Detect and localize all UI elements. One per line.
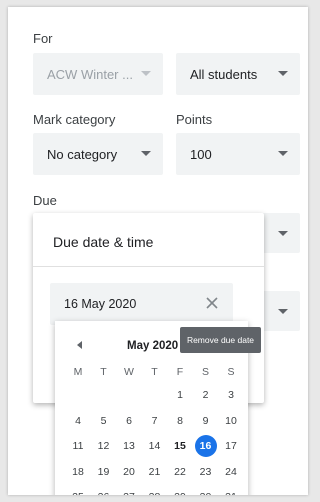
mark-category-value: No category xyxy=(47,146,118,162)
calendar-day[interactable]: 3 xyxy=(220,384,242,406)
students-select-value: All students xyxy=(190,66,258,82)
chevron-left-icon[interactable] xyxy=(77,341,82,349)
chevron-down-icon xyxy=(278,71,288,76)
mark-category-select[interactable]: No category xyxy=(33,133,163,175)
calendar-day-selected[interactable]: 16 xyxy=(194,435,217,457)
calendar-day[interactable]: 9 xyxy=(195,410,217,432)
calendar-day[interactable]: 4 xyxy=(67,410,89,432)
weekday-header: F xyxy=(176,366,184,378)
class-select-value: ACW Winter ... xyxy=(47,66,133,82)
chevron-down-icon xyxy=(278,231,288,236)
calendar-day[interactable]: 27 xyxy=(118,486,140,495)
assignment-settings-panel: For ACW Winter ... All students Mark cat… xyxy=(8,7,308,495)
calendar-day[interactable]: 2 xyxy=(195,384,217,406)
calendar-day[interactable]: 29 xyxy=(169,486,191,495)
remove-due-date-tooltip: Remove due date xyxy=(180,327,261,353)
weekday-header: T xyxy=(151,366,158,378)
chevron-down-icon xyxy=(141,71,151,76)
points-label: Points xyxy=(176,112,213,127)
calendar-day[interactable]: 7 xyxy=(144,410,166,432)
calendar-day[interactable]: 25 xyxy=(67,486,89,495)
due-date-field[interactable]: 16 May 2020 xyxy=(50,283,233,325)
class-select: ACW Winter ... xyxy=(33,53,163,95)
due-date-value: 16 May 2020 xyxy=(64,297,137,311)
weekday-header: S xyxy=(227,366,235,378)
calendar-day[interactable]: 22 xyxy=(169,461,191,483)
points-select[interactable]: 100 xyxy=(176,133,300,175)
due-label: Due xyxy=(33,193,57,208)
calendar-day[interactable]: 30 xyxy=(195,486,217,495)
points-value: 100 xyxy=(190,146,212,162)
chevron-down-icon xyxy=(141,151,151,156)
mark-category-label: Mark category xyxy=(33,112,116,127)
calendar-day[interactable]: 26 xyxy=(93,486,115,495)
calendar-day[interactable]: 28 xyxy=(144,486,166,495)
calendar-day[interactable]: 13 xyxy=(118,435,140,457)
calendar-day[interactable]: 5 xyxy=(93,410,115,432)
calendar-day[interactable]: 31 xyxy=(220,486,242,495)
calendar-day[interactable]: 1 xyxy=(169,384,191,406)
chevron-down-icon xyxy=(278,151,288,156)
calendar-day[interactable]: 6 xyxy=(118,410,140,432)
calendar-day[interactable]: 24 xyxy=(220,461,242,483)
calendar-day[interactable]: 20 xyxy=(118,461,140,483)
calendar-day[interactable]: 14 xyxy=(144,435,166,457)
calendar-day[interactable]: 17 xyxy=(220,435,242,457)
students-select[interactable]: All students xyxy=(176,53,300,95)
calendar-day[interactable]: 12 xyxy=(93,435,115,457)
divider xyxy=(33,266,264,267)
chevron-down-icon xyxy=(278,309,288,314)
for-label: For xyxy=(33,31,53,46)
close-icon[interactable] xyxy=(197,288,227,318)
calendar-day[interactable]: 19 xyxy=(93,461,115,483)
weekday-header: S xyxy=(201,366,209,378)
calendar-day[interactable]: 10 xyxy=(220,410,242,432)
calendar-day[interactable]: 8 xyxy=(169,410,191,432)
weekday-header: M xyxy=(73,366,83,378)
calendar-day[interactable]: 11 xyxy=(67,435,89,457)
calendar-day[interactable]: 15 xyxy=(169,435,191,457)
popup-title: Due date & time xyxy=(53,234,154,250)
calendar-month: May 2020 xyxy=(127,340,179,352)
calendar-day[interactable]: 23 xyxy=(195,461,217,483)
calendar-day[interactable]: 18 xyxy=(67,461,89,483)
weekday-header: W xyxy=(124,366,134,378)
weekday-header: T xyxy=(100,366,107,378)
calendar-day[interactable]: 21 xyxy=(144,461,166,483)
